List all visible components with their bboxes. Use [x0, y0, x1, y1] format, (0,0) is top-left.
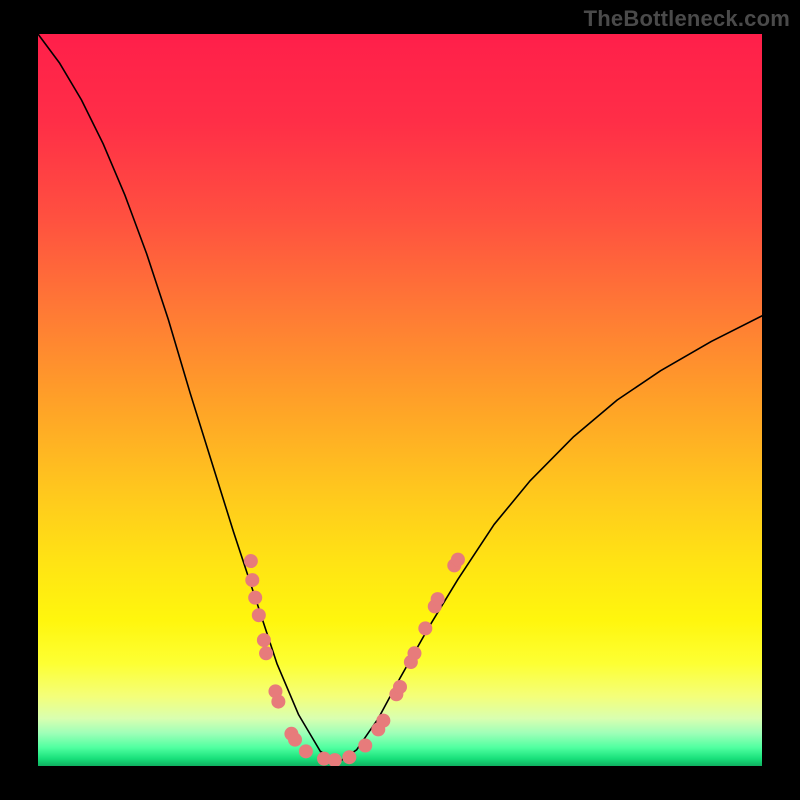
marker-dot	[451, 553, 465, 567]
marker-dot	[407, 646, 421, 660]
plot-area	[38, 34, 762, 766]
marker-dot	[288, 733, 302, 747]
marker-dot	[259, 646, 273, 660]
marker-dot	[431, 592, 445, 606]
marker-dot	[271, 695, 285, 709]
chart-frame: TheBottleneck.com	[0, 0, 800, 800]
marker-dot	[418, 621, 432, 635]
marker-dot	[245, 573, 259, 587]
marker-dot	[248, 591, 262, 605]
watermark-text: TheBottleneck.com	[584, 6, 790, 32]
marker-dot	[244, 554, 258, 568]
marker-dot	[342, 750, 356, 764]
marker-dot	[393, 680, 407, 694]
marker-dot	[299, 744, 313, 758]
marker-dot	[376, 714, 390, 728]
plot-svg	[38, 34, 762, 766]
marker-dot	[252, 608, 266, 622]
marker-dot	[358, 739, 372, 753]
marker-dot	[257, 633, 271, 647]
gradient-background	[38, 34, 762, 766]
